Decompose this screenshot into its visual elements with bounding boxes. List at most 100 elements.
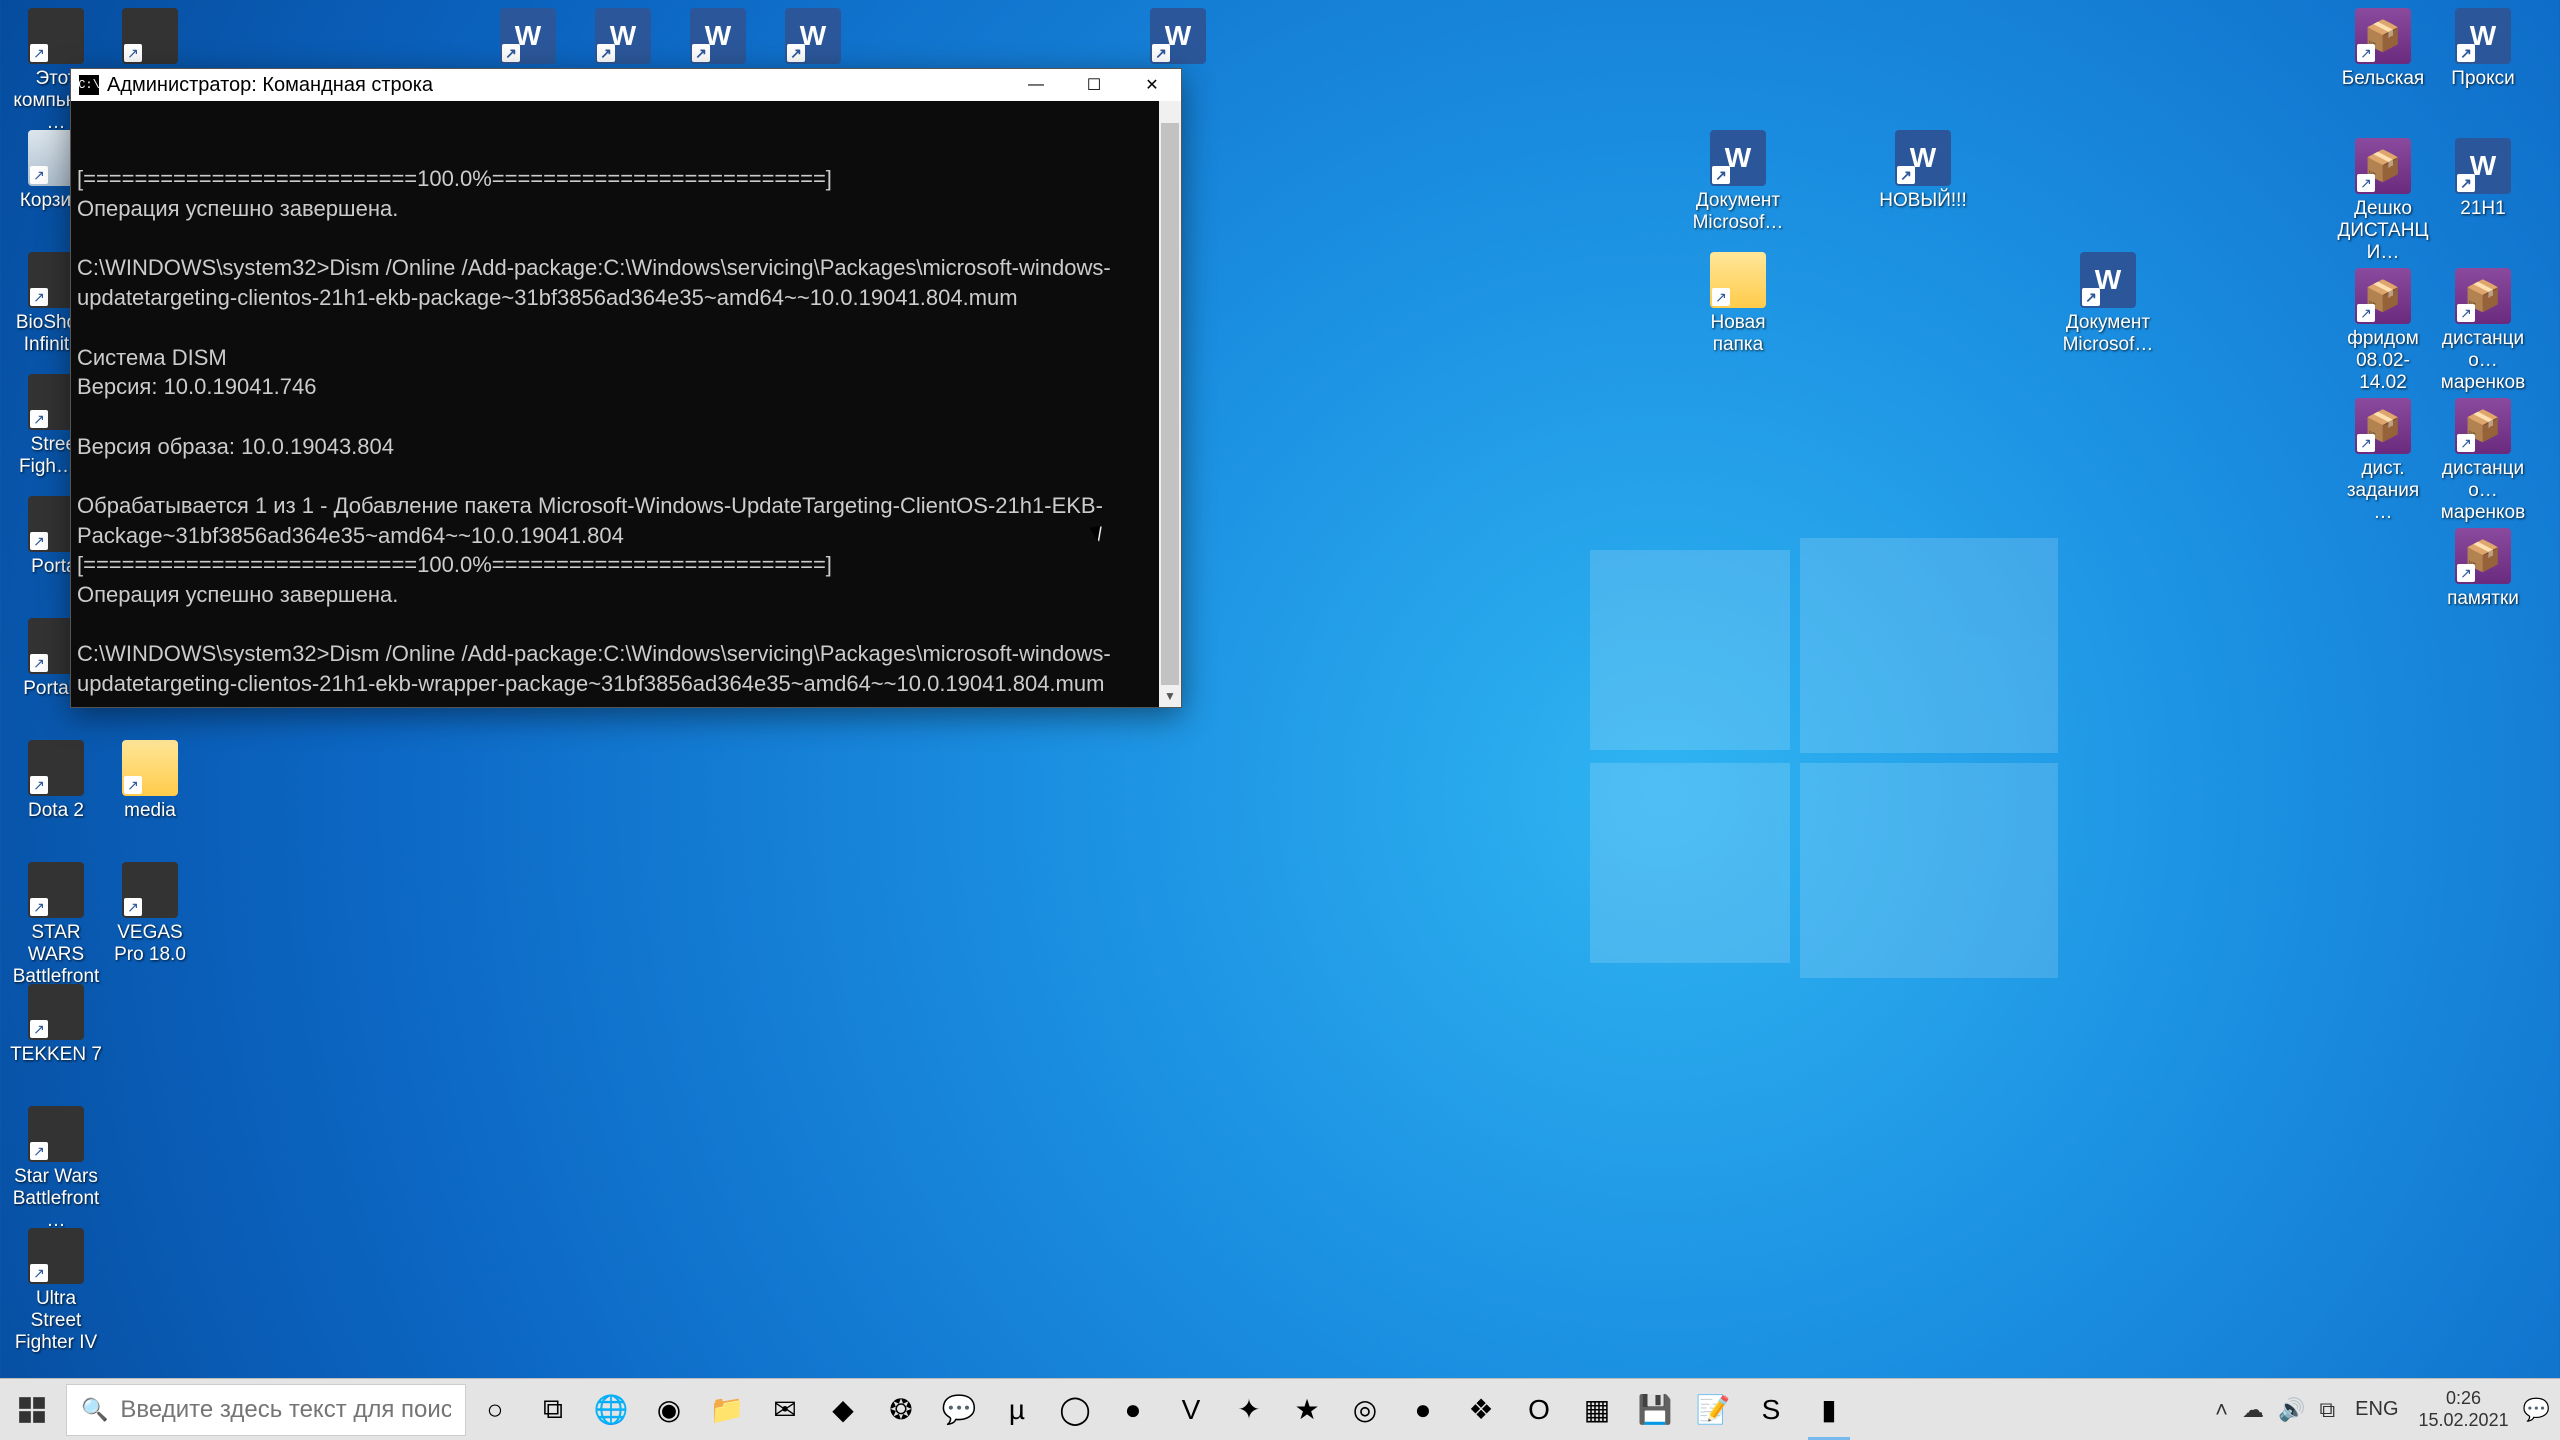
desktop-icon[interactable]: Документ Microsof… [1690, 130, 1786, 234]
desktop-icon[interactable]: Star Wars Battlefront… [8, 1106, 104, 1232]
taskbar-app-save[interactable]: 💾 [1626, 1379, 1684, 1440]
tray-onedrive-icon[interactable]: ☁ [2242, 1397, 2264, 1423]
start-button[interactable] [0, 1379, 64, 1440]
word-icon [2455, 8, 2511, 64]
word-icon [1895, 130, 1951, 186]
desktop-icon-label: media [102, 800, 198, 822]
desktop-icon[interactable]: media [102, 740, 198, 822]
desktop-icon[interactable] [575, 8, 671, 68]
desktop-icon-label: TEKKEN 7 [8, 1044, 104, 1066]
desktop-icon-label: Прокси [2435, 68, 2531, 90]
desktop-icon-label: 21H1 [2435, 198, 2531, 220]
taskbar-cmd[interactable]: ▮ [1800, 1379, 1858, 1440]
taskbar-app-red[interactable]: ● [1104, 1379, 1162, 1440]
desktop-icon[interactable]: НОВЫЙ!!! [1875, 130, 1971, 212]
rar-icon [2355, 138, 2411, 194]
rar-icon [2355, 8, 2411, 64]
taskbar-edge[interactable]: 🌐 [582, 1379, 640, 1440]
cmd-titlebar[interactable]: C:\ Администратор: Командная строка — ☐ … [71, 69, 1181, 101]
desktop-icon[interactable]: Прокси [2435, 8, 2531, 90]
desktop-icon[interactable]: Бельская [2335, 8, 2431, 90]
desktop-icon[interactable] [102, 8, 198, 68]
tray-clock[interactable]: 0:26 15.02.2021 [2419, 1388, 2509, 1431]
desktop-icon[interactable]: Dota 2 [8, 740, 104, 822]
taskbar-mail[interactable]: ✉ [756, 1379, 814, 1440]
desktop-icon[interactable]: VEGAS Pro 18.0 [102, 862, 198, 966]
tray-notifications-icon[interactable]: 💬 [2523, 1397, 2550, 1423]
desktop-icon[interactable] [1130, 8, 1226, 68]
tray-time: 0:26 [2419, 1388, 2509, 1410]
rar-icon [2355, 398, 2411, 454]
taskbar-skype[interactable]: S [1742, 1379, 1800, 1440]
desktop-icon[interactable] [670, 8, 766, 68]
taskbar-opera[interactable]: O [1510, 1379, 1568, 1440]
word-icon [785, 8, 841, 64]
desktop-icon-label: Star Wars Battlefront… [8, 1166, 104, 1232]
desktop-icon[interactable]: Документ Microsof… [2060, 252, 2156, 356]
search-icon: 🔍 [81, 1397, 108, 1423]
taskbar-search[interactable]: 🔍 [66, 1384, 466, 1436]
desktop-icon-label: фридом 08.02-14.02 [2335, 328, 2431, 394]
desktop-icon[interactable]: 21H1 [2435, 138, 2531, 220]
system-tray[interactable]: ˄ ☁ 🔊 ⧉ ENG 0:26 15.02.2021 💬 [2215, 1379, 2560, 1440]
desktop-icon[interactable] [480, 8, 576, 68]
desktop-icon[interactable]: дистанцио… маренков… [2435, 398, 2531, 545]
cmd-body[interactable]: [==========================100.0%=======… [71, 101, 1181, 707]
maximize-button[interactable]: ☐ [1065, 69, 1123, 101]
search-input[interactable] [120, 1396, 451, 1424]
taskbar-dota[interactable]: ◆ [814, 1379, 872, 1440]
folder-icon [122, 740, 178, 796]
desktop-icon[interactable] [765, 8, 861, 68]
desktop-icon[interactable]: Дешко ДИСТАНЦИ… [2335, 138, 2431, 264]
close-button[interactable]: ✕ [1123, 69, 1181, 101]
taskbar-vegas[interactable]: V [1162, 1379, 1220, 1440]
cmd-scrollbar[interactable]: ▲ ▼ [1159, 101, 1181, 707]
taskbar-utorrent[interactable]: µ [988, 1379, 1046, 1440]
desktop-icon[interactable]: TEKKEN 7 [8, 984, 104, 1066]
taskbar-app-yellow[interactable]: ★ [1278, 1379, 1336, 1440]
desktop-icon-label: НОВЫЙ!!! [1875, 190, 1971, 212]
taskbar-app-pink[interactable]: ❖ [1452, 1379, 1510, 1440]
taskbar-davinci[interactable]: ✦ [1220, 1379, 1278, 1440]
cmd-output: [==========================100.0%=======… [77, 164, 1175, 707]
tray-date: 15.02.2021 [2419, 1410, 2509, 1432]
taskbar-obs[interactable]: ◎ [1336, 1379, 1394, 1440]
desktop-icon[interactable]: Ultra Street Fighter IV [8, 1228, 104, 1354]
taskbar-cortana-circle[interactable]: ○ [466, 1379, 524, 1440]
word-icon [595, 8, 651, 64]
desktop-icon-label: памятки [2435, 588, 2531, 610]
desktop-icon-label: Документ Microsof… [2060, 312, 2156, 356]
taskbar[interactable]: 🔍 ○⧉🌐◉📁✉◆❂💬µ◯●V✦★◎●❖O▦💾📝S▮ ˄ ☁ 🔊 ⧉ ENG 0… [0, 1378, 2560, 1440]
desktop-icon-label: VEGAS Pro 18.0 [102, 922, 198, 966]
taskbar-discord[interactable]: 💬 [930, 1379, 988, 1440]
desktop-icon[interactable]: дист. задания … [2335, 398, 2431, 524]
taskbar-explorer[interactable]: 📁 [698, 1379, 756, 1440]
desktop-icon[interactable]: памятки [2435, 528, 2531, 610]
taskbar-steam[interactable]: ❂ [872, 1379, 930, 1440]
tray-language[interactable]: ENG [2349, 1394, 2404, 1425]
desktop-icon[interactable]: Новая папка [1690, 252, 1786, 356]
desktop-icon-label: дист. задания … [2335, 458, 2431, 524]
minimize-button[interactable]: — [1007, 69, 1065, 101]
game-icon [122, 862, 178, 918]
word-icon [2455, 138, 2511, 194]
game-icon [28, 984, 84, 1040]
desktop-icon[interactable]: фридом 08.02-14.02 [2335, 268, 2431, 394]
tray-network-icon[interactable]: ⧉ [2319, 1397, 2335, 1423]
taskbar-chrome[interactable]: ◉ [640, 1379, 698, 1440]
desktop-icon-label: Бельская [2335, 68, 2431, 90]
folder-icon [1710, 252, 1766, 308]
word-icon [500, 8, 556, 64]
cmd-window[interactable]: C:\ Администратор: Командная строка — ☐ … [70, 68, 1182, 708]
scroll-down-arrow[interactable]: ▼ [1159, 685, 1181, 707]
taskbar-origin[interactable]: ◯ [1046, 1379, 1104, 1440]
taskbar-task-view[interactable]: ⧉ [524, 1379, 582, 1440]
scroll-thumb[interactable] [1161, 123, 1179, 685]
taskbar-app-note[interactable]: 📝 [1684, 1379, 1742, 1440]
tray-chevron-icon[interactable]: ˄ [2215, 1397, 2228, 1423]
desktop-icon[interactable]: дистанцио… маренков… [2435, 268, 2531, 415]
taskbar-app-brown[interactable]: ● [1394, 1379, 1452, 1440]
tray-volume-icon[interactable]: 🔊 [2278, 1397, 2305, 1423]
rar-icon [2455, 528, 2511, 584]
taskbar-app-grid[interactable]: ▦ [1568, 1379, 1626, 1440]
